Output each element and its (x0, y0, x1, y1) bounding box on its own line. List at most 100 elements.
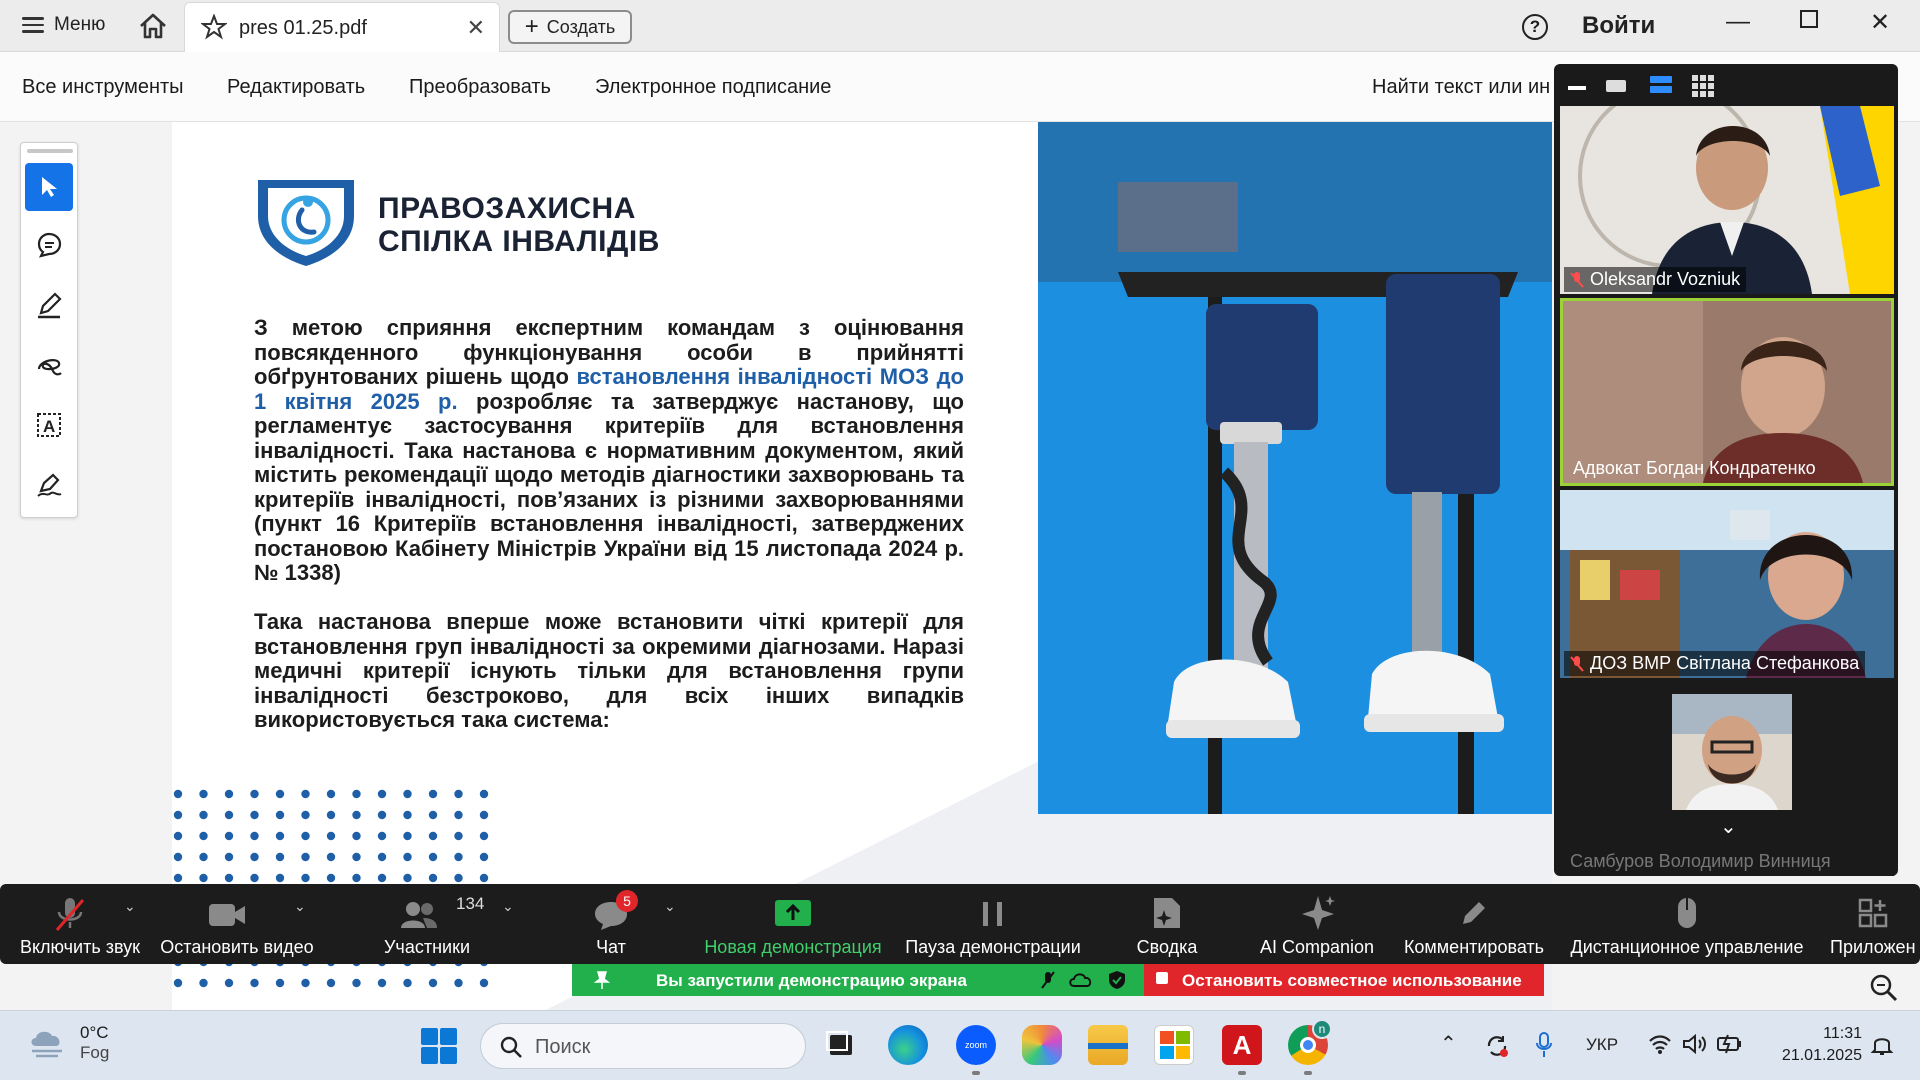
decorative-dot (377, 789, 387, 799)
convert-menu[interactable]: Преобразовать (409, 76, 551, 99)
decorative-dot (224, 978, 234, 988)
chevron-down-icon[interactable]: ⌄ (1720, 814, 1737, 839)
summary-button[interactable]: Сводка (1120, 884, 1214, 964)
text-tool[interactable]: A (25, 401, 73, 449)
all-tools-menu[interactable]: Все инструменты (22, 76, 184, 99)
system-clock[interactable]: 11:31 21.01.2025 (1766, 1023, 1862, 1067)
edge-browser-icon[interactable] (888, 1025, 928, 1065)
decorative-dot (352, 873, 361, 883)
microsoft-store-icon[interactable] (1154, 1025, 1194, 1065)
comment-tool[interactable] (25, 221, 73, 269)
select-tool[interactable] (25, 163, 73, 211)
annotate-button[interactable]: Комментировать (1398, 884, 1550, 964)
menu-button[interactable]: Меню (22, 14, 105, 36)
help-icon[interactable]: ? (1522, 14, 1548, 40)
plus-icon: + (524, 13, 539, 40)
copilot-icon[interactable] (1022, 1025, 1062, 1065)
document-tab[interactable]: pres 01.25.pdf ✕ (184, 2, 500, 52)
zoom-app-icon[interactable]: zoom (956, 1025, 996, 1065)
decorative-dot (173, 852, 183, 862)
acrobat-icon[interactable]: A (1222, 1025, 1262, 1065)
microphone-icon[interactable] (1534, 1031, 1554, 1059)
star-icon[interactable] (201, 14, 227, 40)
decorative-dot (352, 978, 361, 988)
stop-video-button[interactable]: ⌄ Остановить видео (156, 884, 318, 964)
close-tab-icon[interactable]: ✕ (467, 15, 485, 41)
windows-start-icon[interactable] (420, 1027, 458, 1065)
decorative-dot (403, 978, 412, 988)
minimize-gallery-icon[interactable] (1568, 86, 1586, 90)
draw-tool[interactable] (25, 341, 73, 389)
mic-muted-icon (1570, 271, 1584, 288)
pause-share-button[interactable]: Пауза демонстрации (900, 884, 1086, 964)
windows-taskbar: 0°C Fog Поиск zoom A n ⌃ УКР 11:31 21.01… (0, 1010, 1920, 1080)
signature-pen-icon (37, 473, 62, 497)
find-text-field[interactable]: Найти текст или ин (1372, 76, 1550, 99)
pin-icon[interactable] (592, 970, 610, 990)
task-view-icon[interactable] (822, 1025, 862, 1065)
decorative-dot (479, 873, 489, 883)
decorative-dot (301, 873, 310, 883)
gallery-strip-icon[interactable] (1650, 76, 1672, 94)
remote-control-button[interactable]: Дистанционное управление (1562, 884, 1812, 964)
stop-share-button[interactable]: Остановить совместное использование (1144, 964, 1544, 996)
wifi-icon[interactable] (1648, 1033, 1672, 1055)
unmute-button[interactable]: ⌄ Включить звук (8, 884, 152, 964)
prosthesis-photo (1038, 122, 1552, 814)
new-share-button[interactable]: Новая демонстрация (700, 884, 886, 964)
chevron-down-icon[interactable]: ⌄ (124, 898, 136, 915)
sharing-status-banner: Вы запустили демонстрацию экрана (572, 964, 1144, 996)
shield-check-icon[interactable] (1108, 970, 1126, 990)
create-label: Создать (546, 16, 616, 37)
notifications-icon[interactable] (1870, 1033, 1894, 1057)
chat-button[interactable]: 5 Чат (576, 884, 646, 964)
sign-tool[interactable] (25, 461, 73, 509)
show-hidden-icons-chevron[interactable]: ⌃ (1440, 1031, 1457, 1056)
apps-button[interactable]: Приложен (1826, 884, 1920, 964)
participants-button[interactable]: 134 ⌄ Участники (352, 884, 514, 964)
battery-charging-icon[interactable] (1716, 1033, 1744, 1055)
grid-view-icon[interactable] (1692, 75, 1714, 97)
highlight-tool[interactable] (25, 281, 73, 329)
cursor-arrow-icon (42, 177, 57, 197)
home-icon[interactable] (138, 12, 168, 40)
ai-companion-button[interactable]: AI Companion (1254, 884, 1380, 964)
chevron-down-icon[interactable]: ⌄ (294, 898, 306, 915)
input-language[interactable]: УКР (1586, 1035, 1618, 1055)
taskbar-search[interactable]: Поиск (480, 1023, 806, 1069)
decorative-dot (454, 810, 463, 820)
participant-name-label: Адвокат Богдан Кондратенко (1573, 458, 1816, 478)
chevron-down-icon[interactable]: ⌄ (502, 898, 514, 915)
left-toolbar: A (20, 142, 78, 518)
close-window-icon[interactable]: ✕ (1870, 8, 1890, 37)
speaker-view-icon[interactable] (1606, 80, 1626, 92)
decorative-dot (275, 852, 285, 862)
mic-muted-icon[interactable] (1040, 970, 1056, 990)
pencil-icon (1463, 902, 1485, 924)
zoom-magnifier-icon[interactable] (1862, 966, 1906, 1010)
cloud-icon[interactable] (1068, 970, 1094, 990)
participant-tile-active-speaker[interactable]: Адвокат Богдан Кондратенко (1560, 298, 1894, 486)
sync-icon[interactable] (1484, 1033, 1510, 1059)
edit-menu[interactable]: Редактировать (227, 76, 365, 99)
minimize-icon[interactable]: — (1726, 8, 1750, 36)
esign-menu[interactable]: Электронное подписание (595, 76, 831, 99)
maximize-icon[interactable] (1800, 10, 1818, 28)
chat-chevron-down-icon[interactable]: ⌄ (664, 898, 676, 915)
microphone-muted-icon (55, 898, 85, 931)
chrome-icon[interactable]: n (1288, 1019, 1332, 1065)
weather-widget[interactable]: 0°C Fog (28, 1023, 109, 1063)
decorative-dot (454, 873, 463, 883)
fog-cloud-icon (31, 1031, 62, 1058)
decorative-dot (301, 978, 310, 988)
speaker-icon[interactable] (1682, 1033, 1708, 1055)
create-button[interactable]: + Создать (508, 10, 632, 44)
participant-tile[interactable]: Самбуров Володимир Винниця ⌄ (1560, 682, 1894, 876)
participant-tile[interactable]: ДОЗ ВМР Світлана Стефанкова (1560, 490, 1894, 678)
decorative-dot (250, 810, 259, 820)
file-explorer-icon[interactable] (1088, 1025, 1128, 1065)
text-box-icon: A (37, 413, 61, 437)
participant-tile[interactable]: Oleksandr Vozniuk (1560, 106, 1894, 294)
temperature: 0°C (80, 1023, 109, 1042)
sign-in-button[interactable]: Войти (1582, 12, 1655, 40)
